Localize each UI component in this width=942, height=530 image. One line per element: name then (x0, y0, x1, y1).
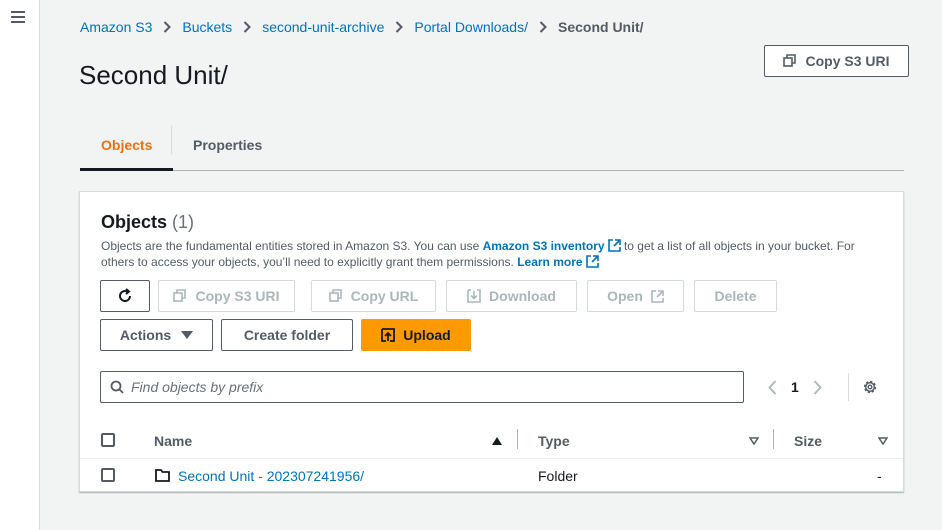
caret-down-icon (181, 331, 194, 339)
external-link-icon (651, 289, 664, 303)
column-divider (773, 429, 774, 449)
sort-ascending-icon[interactable] (492, 437, 502, 445)
external-link-icon (607, 239, 621, 252)
upload-label: Upload (403, 327, 451, 343)
copy-icon (783, 54, 797, 67)
select-all-checkbox[interactable] (101, 433, 115, 447)
row-checkbox[interactable] (101, 468, 115, 482)
breadcrumb-amazon-s3[interactable]: Amazon S3 (80, 19, 152, 35)
gear-icon[interactable] (862, 379, 878, 395)
folder-icon (155, 469, 170, 482)
objects-panel-title: Objects (1) (101, 212, 194, 233)
objects-title-text: Objects (101, 212, 168, 232)
breadcrumb-buckets[interactable]: Buckets (182, 19, 232, 35)
s3-inventory-link-label: Amazon S3 inventory (482, 239, 605, 253)
learn-more-link-label: Learn more (517, 255, 583, 269)
chevron-right-icon (243, 21, 252, 33)
actions-dropdown[interactable]: Actions (100, 319, 213, 351)
column-divider (517, 429, 518, 449)
tab-objects[interactable]: Objects (80, 120, 174, 171)
hamburger-menu-icon[interactable] (11, 11, 25, 23)
copy-url-label: Copy URL (350, 288, 419, 304)
copy-s3-uri-object-button[interactable]: Copy S3 URI (158, 280, 295, 312)
next-page-icon[interactable] (813, 379, 822, 395)
desc-text-1: Objects are the fundamental entities sto… (101, 239, 483, 253)
page-number[interactable]: 1 (791, 379, 799, 395)
open-button[interactable]: Open (587, 280, 684, 312)
sort-toggle-icon[interactable] (749, 437, 759, 445)
objects-description: Objects are the fundamental entities sto… (101, 238, 886, 270)
type-cell: Folder (538, 467, 578, 484)
copy-icon (328, 289, 342, 302)
breadcrumb-bucket[interactable]: second-unit-archive (262, 19, 384, 35)
search-input-wrapper (100, 371, 744, 403)
delete-button[interactable]: Delete (694, 280, 777, 312)
refresh-button[interactable] (100, 280, 150, 312)
download-button[interactable]: Download (446, 280, 577, 312)
actions-label: Actions (119, 327, 172, 343)
breadcrumb-current: Second Unit/ (557, 19, 644, 35)
create-folder-button[interactable]: Create folder (221, 319, 353, 351)
side-navigation (0, 0, 40, 530)
size-cell: - (877, 467, 882, 484)
external-link-icon (585, 255, 599, 268)
page-title: Second Unit/ (79, 60, 228, 90)
search-icon (110, 380, 124, 394)
search-input[interactable] (131, 379, 691, 395)
chevron-right-icon (539, 21, 547, 33)
refresh-icon (119, 288, 132, 302)
column-header-type[interactable]: Type (538, 423, 570, 459)
column-header-size[interactable]: Size (794, 423, 822, 459)
learn-more-link[interactable]: Learn more (517, 255, 599, 269)
upload-icon (381, 328, 396, 342)
tab-properties[interactable]: Properties (172, 120, 283, 170)
copy-url-button[interactable]: Copy URL (311, 280, 436, 312)
tab-list: Objects Properties (80, 120, 904, 171)
column-header-name[interactable]: Name (154, 423, 192, 459)
pagination-divider (848, 373, 849, 401)
s3-inventory-link[interactable]: Amazon S3 inventory (483, 239, 621, 253)
download-label: Download (489, 288, 556, 304)
table-row: Second Unit - 202307241956/ Folder - (80, 459, 903, 492)
previous-page-icon[interactable] (768, 379, 777, 395)
copy-icon (173, 289, 187, 302)
breadcrumb: Amazon S3 Buckets second-unit-archive Po… (80, 17, 644, 37)
copy-s3-uri-button[interactable]: Copy S3 URI (764, 45, 909, 77)
copy-s3-uri-object-label: Copy S3 URI (195, 288, 280, 304)
name-cell: Second Unit - 202307241956/ (155, 459, 364, 492)
chevron-right-icon (395, 21, 404, 33)
objects-count: (1) (172, 212, 195, 232)
folder-link[interactable]: Second Unit - 202307241956/ (178, 468, 364, 484)
download-icon (467, 289, 481, 303)
chevron-right-icon (163, 21, 172, 33)
pagination: 1 (768, 375, 822, 399)
breadcrumb-folder[interactable]: Portal Downloads/ (414, 19, 528, 35)
sort-toggle-icon[interactable] (878, 437, 888, 445)
table-header: Name Type Size (80, 423, 903, 459)
objects-panel: Objects (1) Objects are the fundamental … (79, 191, 904, 492)
copy-s3-uri-label: Copy S3 URI (805, 53, 890, 69)
open-label: Open (607, 288, 643, 304)
upload-button[interactable]: Upload (361, 319, 471, 351)
